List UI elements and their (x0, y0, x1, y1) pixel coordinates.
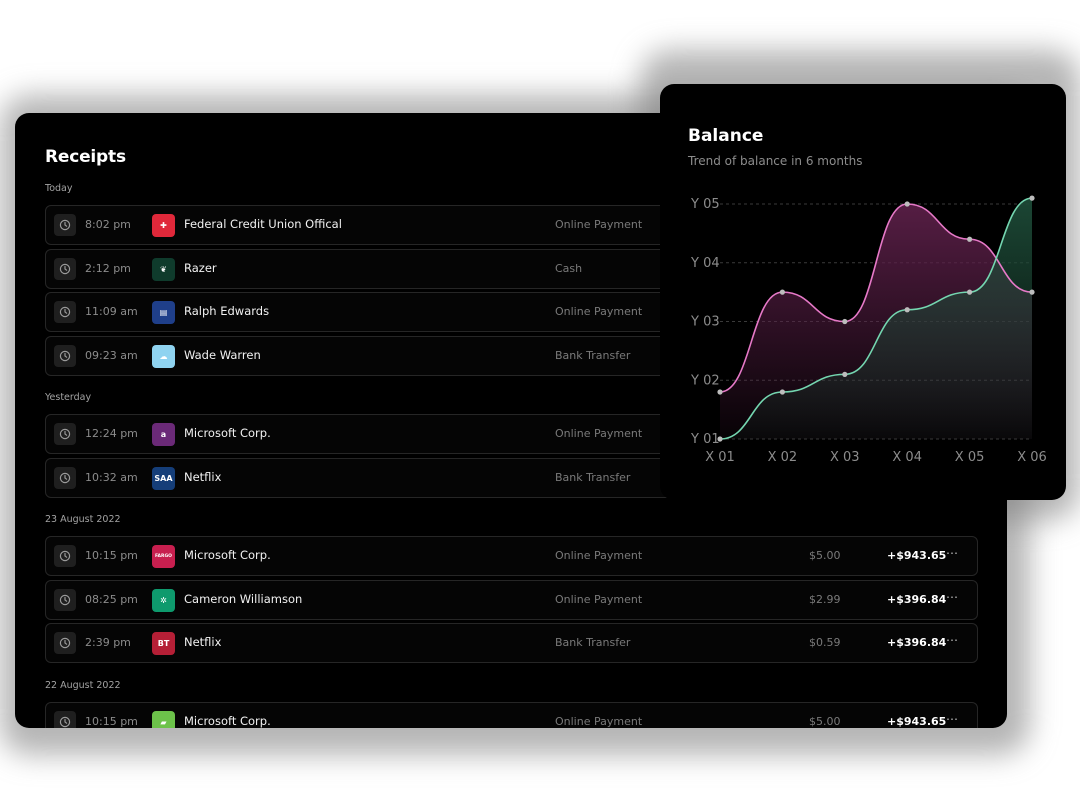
receipt-time: 8:02 pm (85, 218, 131, 231)
merchant-logo-icon: ❦ (152, 257, 175, 281)
receipts-title: Receipts (45, 147, 126, 167)
merchant-name: Netflix (184, 635, 222, 649)
clock-icon (54, 257, 76, 280)
merchant-name: Wade Warren (184, 347, 261, 362)
group-label: Today (45, 183, 73, 194)
receipt-amount: +$396.84 (887, 636, 947, 649)
clock-icon (54, 423, 76, 445)
data-point (967, 289, 973, 295)
clock-icon (54, 301, 76, 323)
merchant-logo-icon: ✲ (152, 588, 175, 612)
merchant-name: Microsoft Corp. (184, 426, 271, 440)
receipt-time: 10:15 pm (85, 549, 138, 562)
receipt-amount: +$396.84 (887, 592, 947, 606)
data-point (1029, 195, 1035, 201)
merchant-logo-icon: BT (152, 632, 175, 655)
data-point (779, 289, 785, 295)
merchant-name: Netflix (184, 469, 222, 484)
more-options-icon[interactable]: ⋯ (946, 590, 959, 604)
merchant-name: Cameron Williamson (184, 591, 303, 606)
merchant-logo-icon: SAA (152, 466, 175, 490)
payment-method: Online Payment (555, 715, 643, 728)
payment-method: Cash (555, 261, 583, 275)
merchant-name: Ralph Edwards (184, 304, 270, 318)
merchant-name: Federal Credit Union Offical (184, 217, 342, 231)
x-tick-label: X 05 (955, 450, 985, 465)
receipt-time: 09:23 am (85, 348, 138, 362)
balance-card: Balance Trend of balance in 6 months Y 0… (660, 84, 1066, 500)
receipt-fee: $5.00 (809, 549, 841, 562)
clock-icon (54, 632, 76, 654)
payment-method: Online Payment (555, 592, 643, 606)
receipt-time: 11:09 am (85, 305, 138, 318)
payment-method: Online Payment (555, 549, 643, 562)
payment-method: Online Payment (555, 427, 643, 440)
receipt-time: 2:12 pm (85, 261, 131, 275)
clock-icon (54, 545, 76, 567)
receipt-time: 2:39 pm (85, 636, 131, 649)
data-point (904, 201, 910, 207)
merchant-logo-icon: FARGO (152, 545, 175, 568)
balance-chart: Y 01 Y 02 Y 03 Y 04 Y 05 X 01 X 02 X 03 X 04 X 05… (690, 195, 1047, 465)
receipt-time: 10:15 pm (85, 715, 138, 728)
receipt-row[interactable]: 2:39 pm BT Netflix Bank Transfer $0.59 +$396.… (45, 623, 978, 663)
receipt-time: 10:32 am (85, 470, 138, 484)
payment-method: Online Payment (555, 218, 643, 231)
data-point (1029, 289, 1035, 295)
more-options-icon[interactable]: ⋯ (946, 712, 959, 726)
receipt-amount: +$943.65 (887, 715, 947, 728)
y-tick-label: Y 02 (690, 373, 720, 388)
merchant-logo-icon: ☁ (152, 344, 175, 368)
clock-icon (54, 214, 76, 236)
data-point (779, 389, 785, 395)
data-point (904, 307, 910, 313)
receipt-fee: $5.00 (809, 715, 841, 728)
receipt-row[interactable]: 10:15 pm ▰ Microsoft Corp. Online Payment $5… (45, 702, 978, 728)
merchant-name: Microsoft Corp. (184, 548, 271, 562)
payment-method: Online Payment (555, 305, 643, 318)
receipt-time: 12:24 pm (85, 427, 138, 440)
x-tick-label: X 03 (830, 450, 860, 465)
clock-icon (54, 711, 76, 728)
clock-icon (54, 344, 76, 367)
data-point (717, 436, 723, 442)
group-label: 23 August 2022 (45, 514, 121, 525)
group-label: Yesterday (45, 392, 92, 403)
payment-method: Bank Transfer (555, 636, 631, 649)
y-tick-label: Y 01 (690, 432, 720, 447)
receipt-time: 08:25 pm (85, 592, 138, 606)
data-point (842, 371, 848, 377)
x-tick-label: X 01 (705, 450, 735, 465)
y-tick-label: Y 05 (690, 197, 720, 212)
merchant-logo-icon: a (152, 423, 175, 446)
y-tick-label: Y 03 (690, 315, 720, 330)
receipt-amount: +$943.65 (887, 549, 947, 562)
receipt-fee: $0.59 (809, 636, 841, 649)
x-tick-label: X 06 (1017, 450, 1047, 465)
merchant-name: Razer (184, 260, 217, 275)
payment-method: Bank Transfer (555, 470, 631, 484)
more-options-icon[interactable]: ⋯ (946, 633, 959, 647)
merchant-logo-icon: ✚ (152, 214, 175, 237)
payment-method: Bank Transfer (555, 348, 631, 362)
merchant-logo-icon: ▰ (152, 711, 175, 728)
clock-icon (54, 588, 76, 611)
data-point (717, 389, 723, 395)
receipt-fee: $2.99 (809, 592, 841, 606)
receipt-row[interactable]: 08:25 pm ✲ Cameron Williamson Online Paymen… (45, 579, 978, 620)
y-tick-label: Y 04 (690, 256, 720, 271)
data-point (842, 318, 848, 325)
more-options-icon[interactable]: ⋯ (946, 546, 959, 560)
x-tick-label: X 04 (892, 450, 922, 465)
data-point (967, 236, 973, 242)
receipt-row[interactable]: 10:15 pm FARGO Microsoft Corp. Online Payme… (45, 536, 978, 576)
clock-icon (54, 466, 76, 489)
merchant-logo-icon: ▤ (152, 301, 175, 324)
group-label: 22 August 2022 (45, 680, 121, 691)
merchant-name: Microsoft Corp. (184, 714, 271, 728)
x-tick-label: X 02 (768, 450, 798, 465)
